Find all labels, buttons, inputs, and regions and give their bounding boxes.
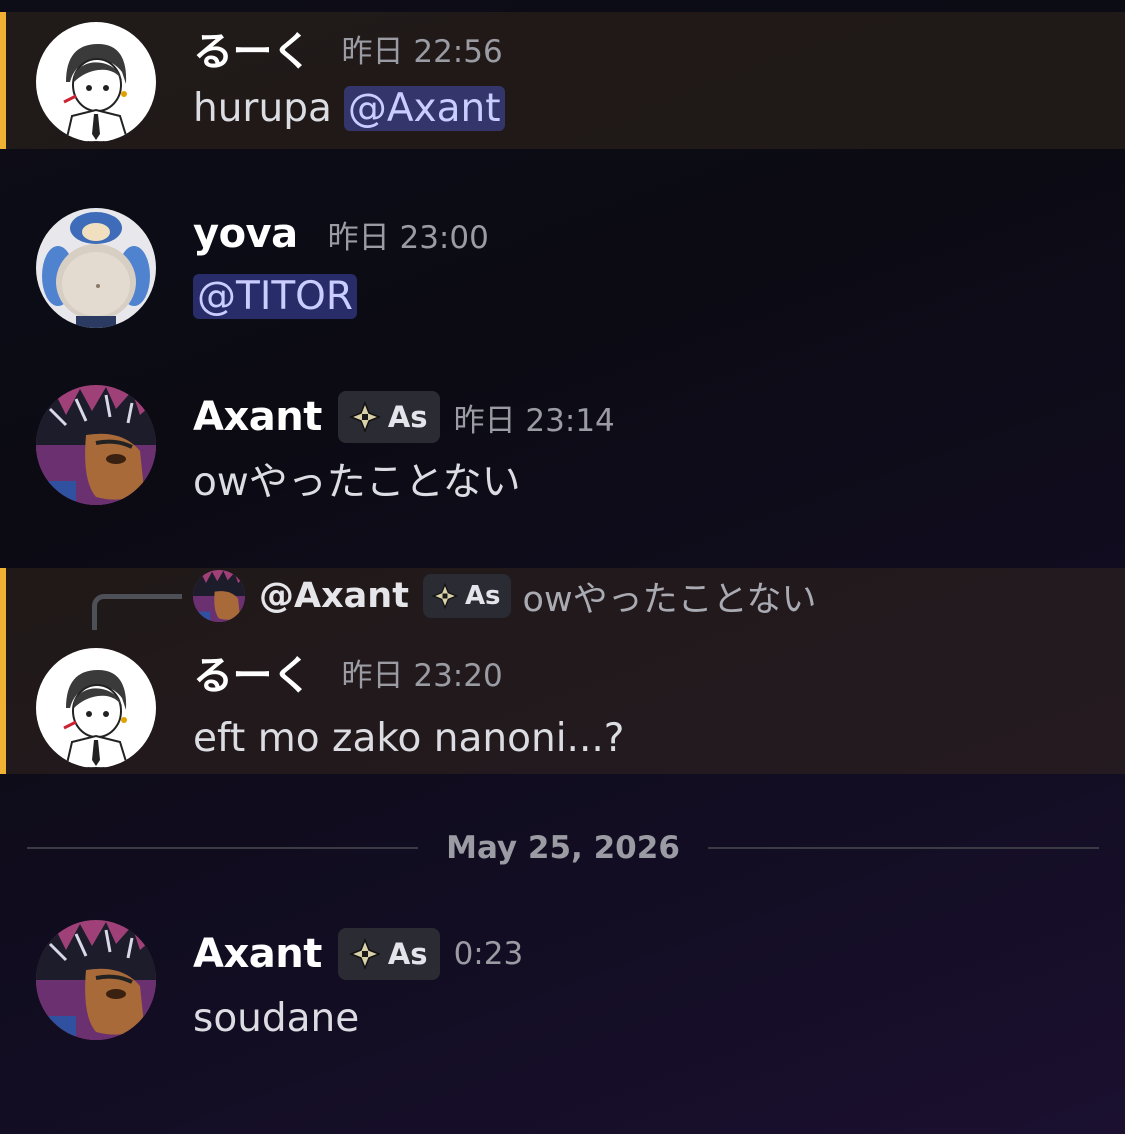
user-avatar-icon <box>36 22 156 142</box>
avatar-axant[interactable] <box>36 385 156 505</box>
timestamp: 昨日 22:56 <box>341 33 503 70</box>
message-content: hurupa @Axant <box>193 82 505 134</box>
message-content: owやったことない <box>193 453 521 505</box>
guild-tag-label: As <box>464 581 501 611</box>
username[interactable]: yova <box>193 211 298 257</box>
message-content: soudane <box>193 992 359 1044</box>
timestamp: 昨日 23:20 <box>341 657 503 694</box>
reply-username[interactable]: @Axant <box>259 576 409 616</box>
user-avatar-icon <box>36 920 156 1040</box>
message-content: @TITOR <box>193 270 357 322</box>
user-mention[interactable]: @Axant <box>343 85 505 131</box>
guild-tag-icon <box>348 400 381 434</box>
guild-tag[interactable]: As <box>422 574 511 618</box>
message-row[interactable]: @Axant As owやったことない るーく 昨日 23:20 eft mo … <box>0 568 1125 774</box>
guild-tag-label: As <box>387 937 428 971</box>
timestamp: 昨日 23:00 <box>327 219 489 256</box>
message-text: eft mo zako nanoni...? <box>193 715 625 761</box>
message-text: owやったことない <box>193 460 521 505</box>
reply-preview-text[interactable]: owやったことない <box>523 571 817 622</box>
message-header: yova 昨日 23:00 <box>193 206 489 262</box>
message-content: eft mo zako nanoni...? <box>193 712 624 764</box>
guild-tag[interactable]: As <box>337 391 440 443</box>
message-text: hurupa <box>193 85 332 131</box>
divider-line <box>707 847 1099 849</box>
reply-avatar[interactable] <box>193 570 245 622</box>
guild-tag-icon <box>348 937 381 971</box>
username[interactable]: るーく <box>193 19 312 77</box>
guild-tag-icon <box>431 582 459 610</box>
date-divider: May 25, 2026 <box>27 820 1099 876</box>
user-avatar-icon <box>36 385 156 505</box>
timestamp: 0:23 <box>453 936 524 972</box>
user-avatar-icon <box>193 570 245 622</box>
avatar-yova[interactable] <box>36 208 156 328</box>
message-row[interactable]: Axant As 昨日 23:14 owやったことない <box>0 385 1125 525</box>
user-avatar-icon <box>36 208 156 328</box>
message-row[interactable]: るーく 昨日 22:56 hurupa @Axant <box>0 12 1125 149</box>
date-divider-label: May 25, 2026 <box>446 830 680 866</box>
message-row[interactable]: Axant As 0:23 soudane <box>0 920 1125 1060</box>
message-row[interactable]: yova 昨日 23:00 @TITOR <box>0 200 1125 340</box>
guild-tag-label: As <box>387 400 428 434</box>
username[interactable]: るーく <box>193 643 312 701</box>
timestamp: 昨日 23:14 <box>453 402 615 439</box>
username[interactable]: Axant <box>193 931 322 977</box>
message-header: Axant As 0:23 <box>193 926 523 982</box>
guild-tag[interactable]: As <box>337 928 440 980</box>
reply-connector <box>92 594 182 630</box>
username[interactable]: Axant <box>193 394 322 440</box>
avatar-ruuku[interactable] <box>36 648 156 768</box>
message-header: るーく 昨日 22:56 <box>193 20 503 76</box>
avatar-ruuku[interactable] <box>36 22 156 142</box>
user-avatar-icon <box>36 648 156 768</box>
reply-reference[interactable]: @Axant As owやったことない <box>193 570 817 622</box>
divider-line <box>27 847 419 849</box>
message-text: soudane <box>193 995 360 1041</box>
avatar-axant[interactable] <box>36 920 156 1040</box>
user-mention[interactable]: @TITOR <box>193 273 357 319</box>
message-header: Axant As 昨日 23:14 <box>193 389 615 445</box>
message-header: るーく 昨日 23:20 <box>193 644 503 700</box>
